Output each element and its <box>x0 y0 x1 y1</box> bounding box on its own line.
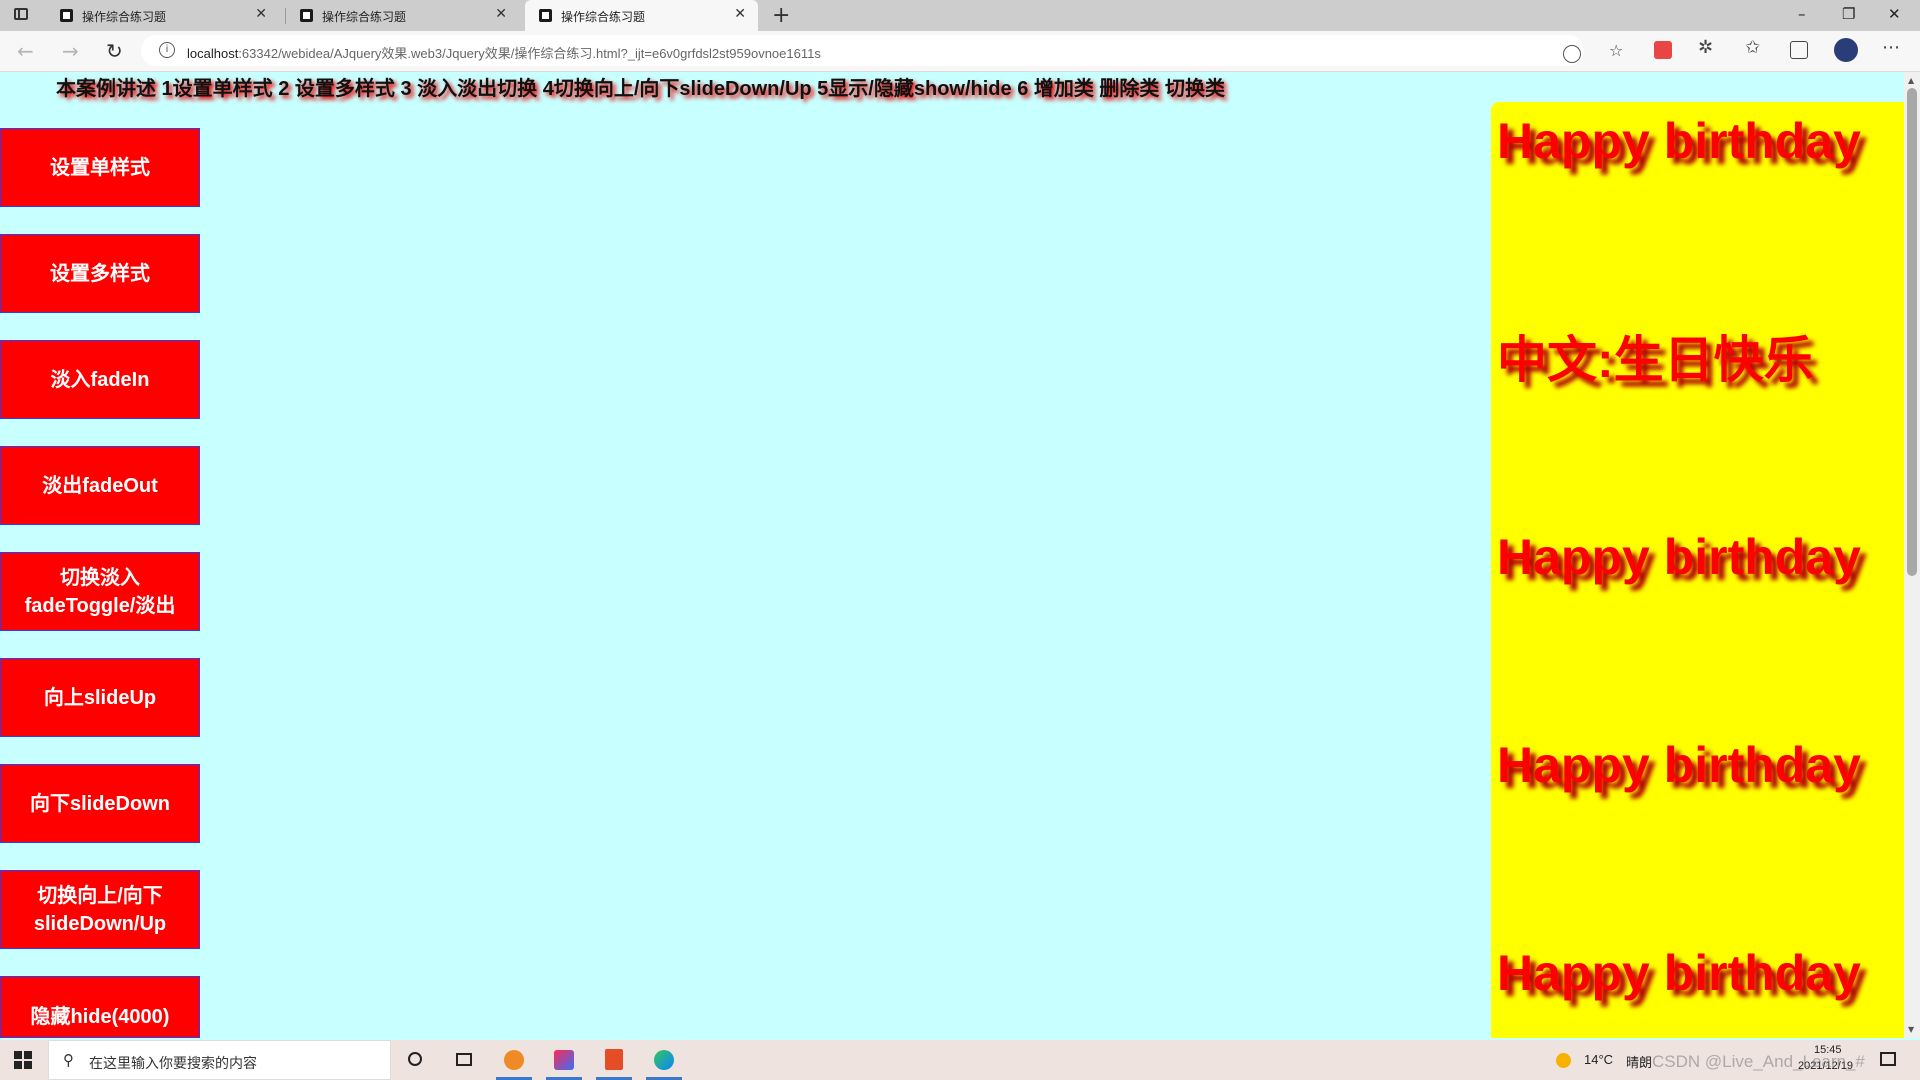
address-bar[interactable]: i localhost:63342/webidea/AJquery效果.web3… <box>141 35 1623 66</box>
edge-browser-icon[interactable] <box>644 1040 684 1080</box>
search-placeholder: 在这里输入你要搜索的内容 <box>89 1055 257 1071</box>
browser-tab-bar: 操作综合练习题 ✕ 操作综合练习题 ✕ 操作综合练习题 ✕ + – ❐ ✕ <box>0 0 1920 31</box>
weather-temp[interactable]: 14°C <box>1584 1052 1613 1067</box>
add-favorite-icon[interactable]: ☆ <box>1609 41 1627 60</box>
panel-text-2: 中文:生日快乐 <box>1497 332 1814 388</box>
windows-taskbar: ⚲ 在这里输入你要搜索的内容 14°C 晴朗 15:45 2021/12/19 <box>0 1040 1920 1080</box>
tab-title: 操作综合练习题 <box>82 10 167 24</box>
hide-button[interactable]: 隐藏hide(4000) <box>0 976 200 1038</box>
fadeout-button[interactable]: 淡出fadeOut <box>0 446 200 525</box>
slideup-button[interactable]: 向上slideUp <box>0 658 200 737</box>
minimize-button[interactable]: – <box>1798 5 1806 23</box>
back-button[interactable]: ← <box>17 39 34 63</box>
set-single-style-button[interactable]: 设置单样式 <box>0 128 200 207</box>
collections-icon[interactable] <box>1790 41 1808 59</box>
search-icon: ⚲ <box>63 1051 74 1069</box>
scroll-up-icon[interactable]: ▲ <box>1908 76 1914 85</box>
browser-tab-2[interactable]: 操作综合练习题 ✕ <box>286 0 519 31</box>
browser-tab-3-active[interactable]: 操作综合练习题 ✕ <box>525 0 758 31</box>
restore-button[interactable]: ❐ <box>1842 5 1855 23</box>
intellij-favicon-icon <box>300 9 313 22</box>
close-window-button[interactable]: ✕ <box>1888 5 1901 23</box>
forward-button[interactable]: → <box>62 39 79 63</box>
url-path: :63342/webidea/AJquery效果.web3/Jquery效果/操… <box>238 46 821 61</box>
page-headline: 本案例讲述 1设置单样式 2 设置多样式 3 淡入淡出切换 4切换向上/向下sl… <box>56 78 1225 100</box>
tab-title: 操作综合练习题 <box>322 10 407 24</box>
more-menu-icon[interactable]: ⋯ <box>1882 37 1900 58</box>
close-tab-icon[interactable]: ✕ <box>255 6 267 22</box>
task-view-icon[interactable] <box>444 1040 484 1080</box>
url-host: localhost <box>187 46 239 61</box>
profile-avatar[interactable] <box>1834 38 1858 62</box>
vertical-scrollbar[interactable]: ▲ ▼ <box>1904 72 1920 1038</box>
panel-text-4: Happy birthday <box>1497 737 1861 793</box>
panel-text-5: Happy birthday <box>1497 945 1861 1001</box>
site-info-icon[interactable]: i <box>159 42 175 58</box>
close-tab-icon[interactable]: ✕ <box>734 6 746 22</box>
favorites-icon[interactable]: ✩ <box>1745 37 1763 58</box>
refresh-button[interactable]: ↻ <box>106 39 123 63</box>
html-editor-icon[interactable] <box>594 1040 634 1080</box>
intellij-favicon-icon <box>60 9 73 22</box>
panel-text-3: Happy birthday <box>1497 529 1861 585</box>
extension-icon[interactable] <box>1654 41 1672 59</box>
animated-panel: Happy birthday 中文:生日快乐 Happy birthday Ha… <box>1491 102 1904 1038</box>
tab-title: 操作综合练习题 <box>561 10 646 24</box>
intellij-favicon-icon <box>539 9 552 22</box>
taskbar-search-box[interactable]: ⚲ 在这里输入你要搜索的内容 <box>48 1040 391 1080</box>
slidetoggle-button[interactable]: 切换向上/向下 slideDown/Up <box>0 870 200 949</box>
cortana-icon[interactable] <box>396 1040 436 1080</box>
close-tab-icon[interactable]: ✕ <box>495 6 507 22</box>
browser-toolbar: ← → ↻ i localhost:63342/webidea/AJquery效… <box>0 31 1920 72</box>
fadein-button[interactable]: 淡入fadeIn <box>0 340 200 419</box>
url-text[interactable]: localhost:63342/webidea/AJquery效果.web3/J… <box>187 43 821 62</box>
windows-start-icon[interactable] <box>14 1051 32 1069</box>
tracking-prevention-icon[interactable] <box>1563 45 1581 63</box>
fadetoggle-button[interactable]: 切换淡入 fadeToggle/淡出 <box>0 552 200 631</box>
scroll-down-icon[interactable]: ▼ <box>1908 1025 1914 1034</box>
tab-actions-icon[interactable] <box>14 8 28 20</box>
browser-tab-1[interactable]: 操作综合练习题 ✕ <box>46 0 279 31</box>
extensions-puzzle-icon[interactable]: ✲ <box>1698 37 1716 58</box>
intellij-idea-icon[interactable] <box>544 1040 584 1080</box>
weather-desc[interactable]: 晴朗 <box>1626 1052 1652 1071</box>
notification-icon[interactable] <box>1880 1052 1896 1066</box>
panel-text-1: Happy birthday <box>1497 113 1861 169</box>
slidedown-button[interactable]: 向下slideDown <box>0 764 200 843</box>
weather-sun-icon <box>1556 1053 1571 1068</box>
app-orange-icon[interactable] <box>494 1040 534 1080</box>
set-multi-style-button[interactable]: 设置多样式 <box>0 234 200 313</box>
scroll-thumb[interactable] <box>1907 88 1917 576</box>
new-tab-button[interactable]: + <box>772 3 790 28</box>
csdn-watermark: CSDN @Live_And_Learn_# <box>1652 1052 1865 1071</box>
